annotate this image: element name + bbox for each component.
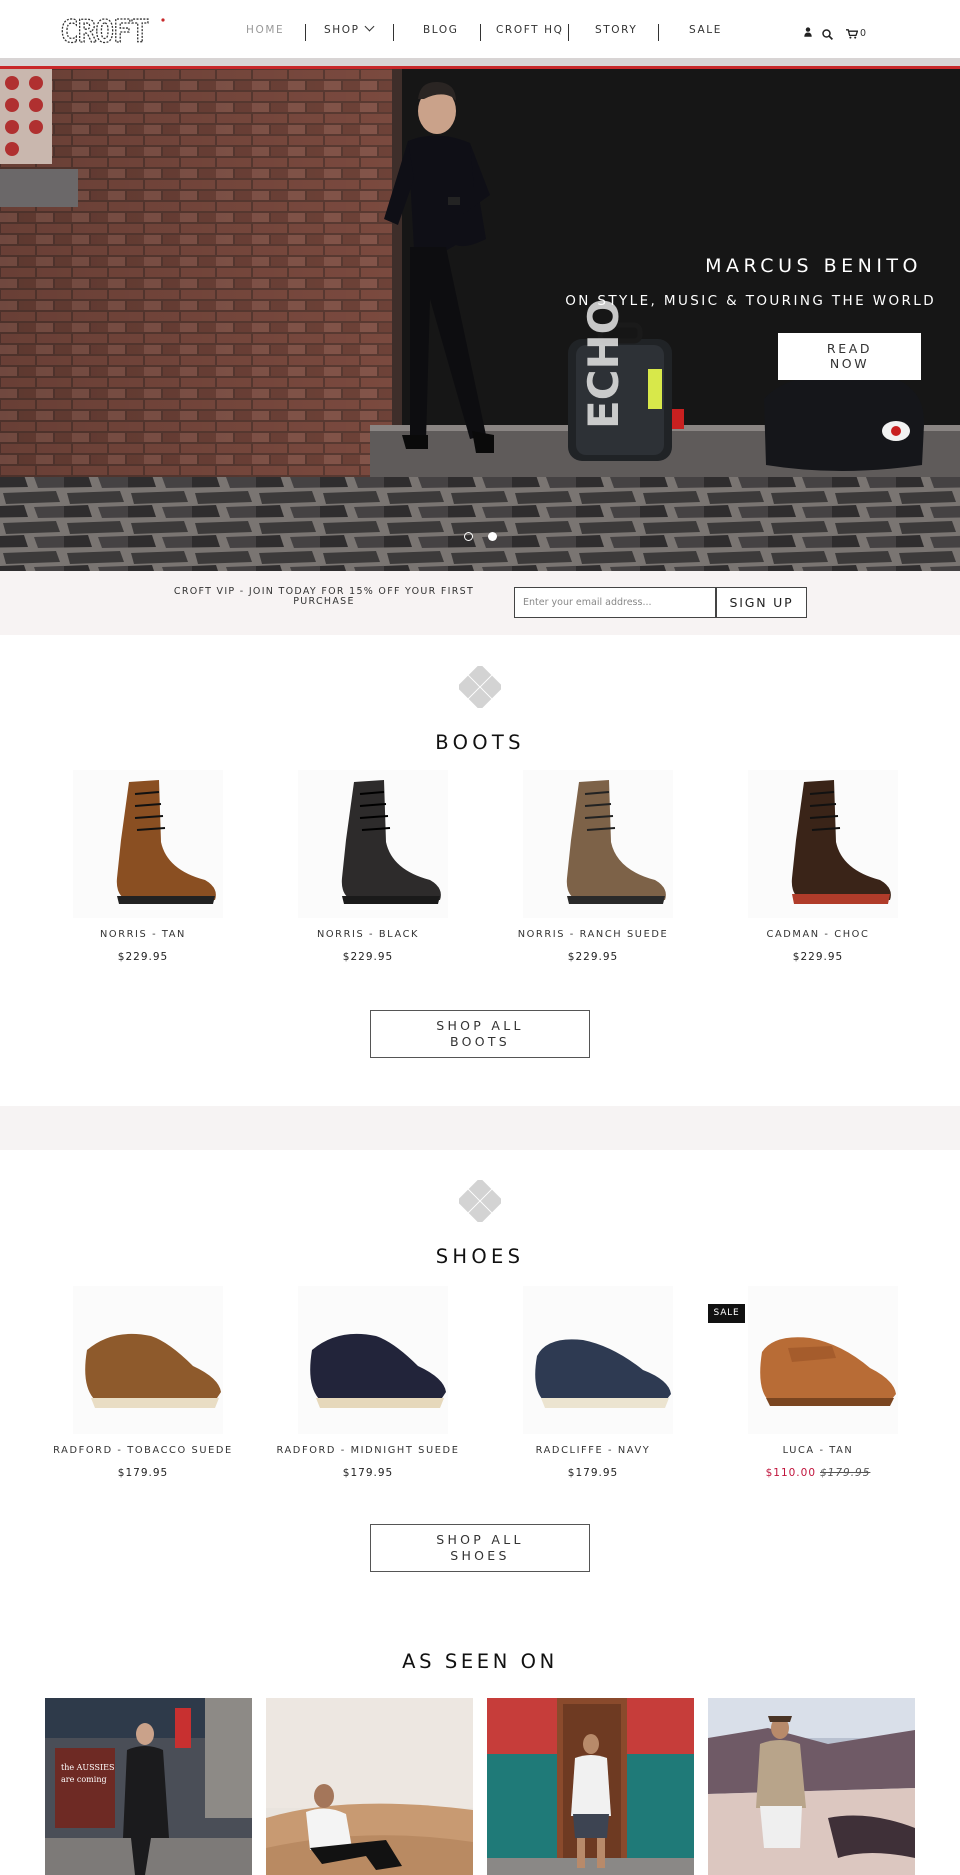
product-price: $179.95 [117, 1467, 169, 1479]
croft-logo[interactable]: CROFT [60, 16, 166, 46]
beach-photo [708, 1698, 915, 1875]
header-band [0, 58, 960, 66]
slider-dot[interactable] [488, 532, 497, 541]
product-price: $179.95 [342, 1467, 394, 1479]
as-seen-on-photo[interactable]: the AUSSIES are coming [45, 1698, 252, 1875]
croft-diamond-logo-icon [459, 666, 501, 708]
nav-blog[interactable]: BLOG [423, 24, 458, 36]
product-image [298, 1286, 448, 1434]
product-image [73, 1286, 223, 1434]
product-price: $229.95 [567, 951, 619, 963]
sale-badge: SALE [708, 1304, 745, 1323]
product-price: $110.00 $179.95 [708, 1467, 928, 1479]
product-name: NORRIS - TAN [100, 929, 186, 940]
shop-all-boots-button[interactable]: SHOP ALL BOOTS [370, 1010, 590, 1058]
hero-banner: ECHO MARCUS BENITO ON STYLE, MUSIC & TOU… [0, 69, 960, 571]
shop-all-line: SHOES [450, 1548, 510, 1563]
product-name: NORRIS - BLACK [316, 929, 420, 940]
shoe-shape [85, 1333, 221, 1404]
nav-shop-label: SHOP [324, 24, 360, 36]
cart-icon[interactable] [846, 29, 858, 39]
product-image [523, 770, 673, 918]
as-seen-on-title: AS SEEN ON [402, 1650, 558, 1673]
product-price: $229.95 [117, 951, 169, 963]
read-now-button[interactable]: READ NOW [778, 333, 921, 380]
boots-title: BOOTS [435, 731, 525, 754]
street-photo: the AUSSIES are coming [45, 1698, 252, 1875]
account-icon[interactable] [804, 27, 812, 37]
nav-shop[interactable]: SHOP [324, 21, 375, 36]
product-image [748, 770, 898, 918]
nav-divider [393, 24, 394, 41]
boot-shape [791, 780, 891, 902]
shoe-shape [535, 1339, 671, 1404]
product-name: LUCA - TAN [782, 1445, 854, 1456]
product-name: CADMAN - CHOC [766, 929, 870, 940]
read-now-line: READ [826, 341, 873, 356]
nav-divider [658, 24, 659, 41]
nav-divider [480, 24, 481, 41]
read-now-line: NOW [829, 356, 870, 371]
hero-subtitle: ON STYLE, MUSIC & TOURING THE WORLD [565, 293, 936, 309]
hero-image: ECHO [0, 69, 960, 571]
sign-up-button[interactable]: SIGN UP [716, 587, 807, 618]
sale-price: $110.00 [765, 1467, 816, 1479]
as-seen-on-photo[interactable] [708, 1698, 915, 1875]
shoe-shape [310, 1333, 446, 1404]
vip-text: CROFT VIP - JOIN TODAY FOR 15% OFF YOUR … [173, 586, 475, 607]
product-price: $229.95 [792, 951, 844, 963]
svg-text:ECHO: ECHO [579, 299, 628, 429]
nav-story[interactable]: STORY [595, 24, 637, 36]
email-input[interactable] [514, 587, 716, 618]
product-name: NORRIS - RANCH SUEDE [517, 929, 669, 940]
svg-text:the AUSSIES: the AUSSIES [61, 1763, 114, 1772]
product-name: RADFORD - TOBACCO SUEDE [53, 1445, 233, 1456]
svg-text:are coming: are coming [61, 1775, 107, 1784]
door-photo [487, 1698, 694, 1875]
product-price: $229.95 [342, 951, 394, 963]
product-name: RADCLIFFE - NAVY [535, 1445, 651, 1456]
shop-all-line: SHOP ALL [436, 1532, 524, 1547]
as-seen-on-photo[interactable] [266, 1698, 473, 1875]
original-price: $179.95 [820, 1467, 871, 1479]
shoes-title: SHOES [435, 1245, 525, 1268]
product-image [298, 770, 448, 918]
shop-all-line: SHOP ALL [436, 1018, 524, 1033]
nav-home[interactable]: HOME [246, 24, 284, 36]
shop-all-line: BOOTS [449, 1034, 511, 1049]
section-divider-band [0, 1106, 960, 1150]
nav-divider [568, 24, 569, 41]
hero-title: MARCUS BENITO [705, 255, 922, 277]
vip-signup-bar: CROFT VIP - JOIN TODAY FOR 15% OFF YOUR … [0, 571, 960, 635]
boot-shape [566, 780, 666, 902]
svg-text:CROFT: CROFT [60, 16, 149, 46]
nav-sale[interactable]: SALE [689, 24, 722, 36]
product-price: $179.95 [567, 1467, 619, 1479]
chevron-down-icon [364, 21, 375, 32]
croft-diamond-logo-icon [459, 1180, 501, 1222]
as-seen-on-photo[interactable] [487, 1698, 694, 1875]
boot-shape [341, 780, 441, 902]
product-image [523, 1286, 673, 1434]
boot-shape [116, 780, 216, 902]
desert-photo [266, 1698, 473, 1875]
cart-count: 0 [860, 28, 867, 39]
product-image [748, 1286, 898, 1434]
site-header: CROFT HOME SHOP BLOG CROFT HQ STORY SALE… [0, 0, 960, 58]
shop-all-shoes-button[interactable]: SHOP ALL SHOES [370, 1524, 590, 1572]
search-icon[interactable] [822, 29, 833, 40]
product-image [73, 770, 223, 918]
product-name: RADFORD - MIDNIGHT SUEDE [276, 1445, 460, 1456]
nav-divider [305, 24, 306, 41]
nav-croft-hq[interactable]: CROFT HQ [496, 24, 563, 36]
slider-dot[interactable] [464, 532, 473, 541]
